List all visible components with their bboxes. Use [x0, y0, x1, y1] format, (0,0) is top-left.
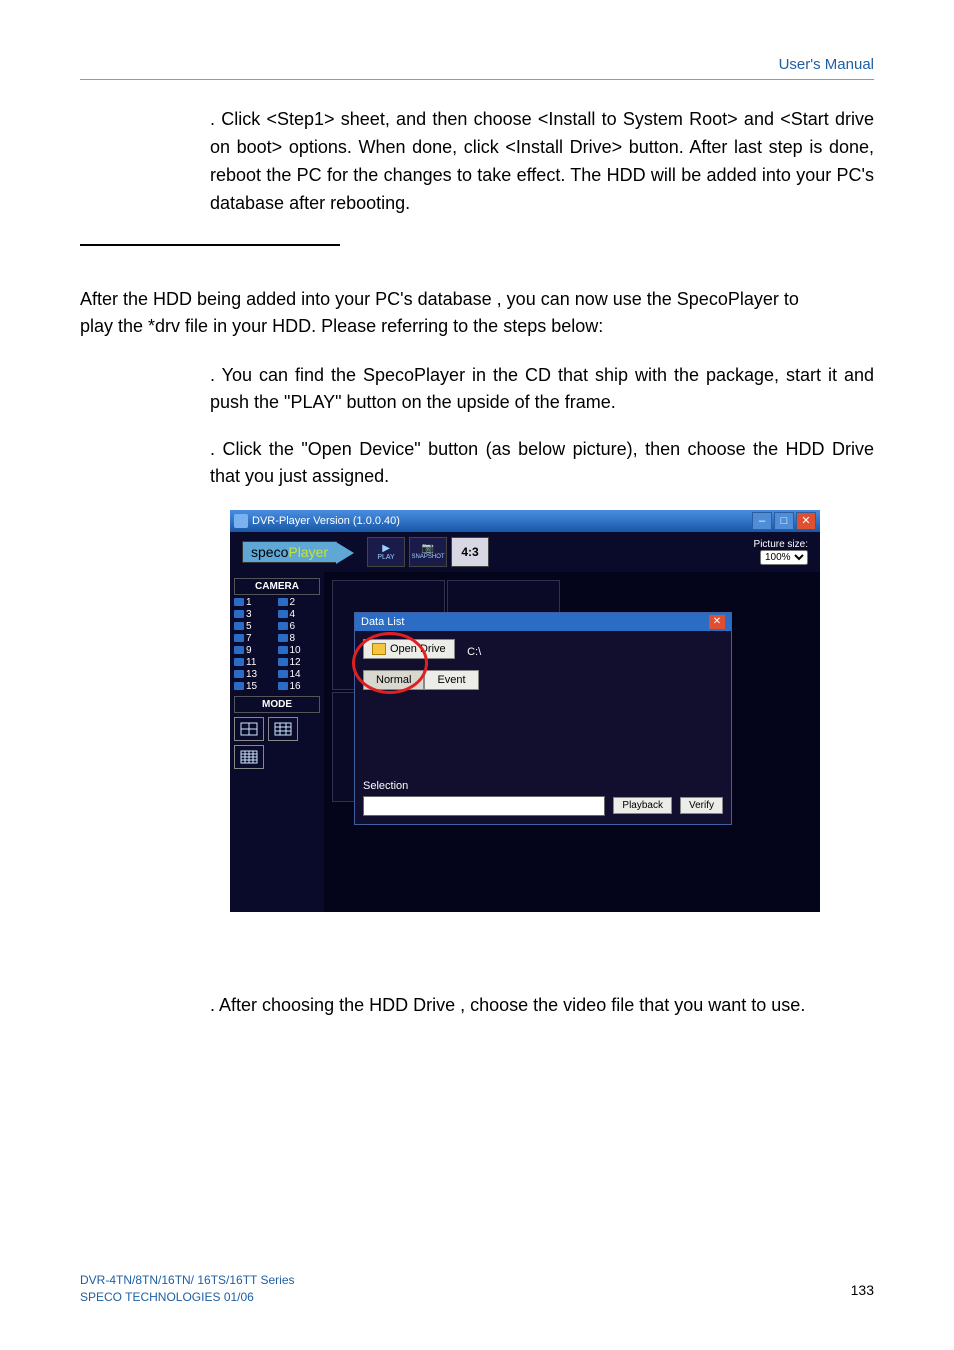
camera-icon — [278, 598, 288, 606]
folder-icon — [372, 643, 386, 655]
step-choose-file: . After choosing the HDD Drive , choose … — [210, 992, 874, 1019]
tab-event[interactable]: Event — [424, 670, 478, 690]
camera-icon — [278, 646, 288, 654]
app-icon — [234, 514, 248, 528]
close-button[interactable]: ✕ — [796, 512, 816, 530]
camera-cell[interactable]: 1 — [234, 597, 277, 608]
window-title: DVR-Player Version (1.0.0.40) — [252, 515, 400, 527]
camera-cell[interactable]: 12 — [278, 657, 321, 668]
dialog-close-button[interactable]: ✕ — [709, 615, 725, 629]
top-toolbar: specoPlayer ▶PLAY 📷SNAPSHOT 4:3 Picture … — [230, 532, 820, 572]
picture-size-control: Picture size: 100% — [754, 539, 808, 565]
player-window: DVR-Player Version (1.0.0.40) – □ ✕ spec… — [230, 510, 820, 912]
camera-cell[interactable]: 6 — [278, 621, 321, 632]
maximize-button[interactable]: □ — [774, 512, 794, 530]
footer-line-1: DVR-4TN/8TN/16TN/ 16TS/16TT Series — [80, 1272, 295, 1289]
drive-path: C:\ — [467, 646, 481, 658]
camera-cell[interactable]: 2 — [278, 597, 321, 608]
camera-cell[interactable]: 15 — [234, 681, 277, 692]
step-open-device: . Click the "Open Device" button (as bel… — [210, 436, 874, 490]
camera-icon — [234, 670, 244, 678]
camera-icon — [234, 610, 244, 618]
camera-cell[interactable]: 8 — [278, 633, 321, 644]
camera-icon — [234, 622, 244, 630]
camera-cell[interactable]: 13 — [234, 669, 277, 680]
camera-icon — [234, 658, 244, 666]
camera-icon — [278, 658, 288, 666]
minimize-button[interactable]: – — [752, 512, 772, 530]
camera-icon — [278, 670, 288, 678]
mode-sixteen-icon[interactable] — [234, 745, 264, 769]
step-find-player: . You can find the SpecoPlayer in the CD… — [210, 362, 874, 416]
paragraph-after-hdd: After the HDD being added into your PC's… — [80, 286, 874, 340]
camera-cell[interactable]: 4 — [278, 609, 321, 620]
camera-icon — [278, 682, 288, 690]
camera-cell[interactable]: 3 — [234, 609, 277, 620]
playback-button[interactable]: Playback — [613, 797, 672, 814]
paragraph-step-install: . Click <Step1> sheet, and then choose <… — [210, 106, 874, 218]
camera-icon — [278, 634, 288, 642]
camera-header: CAMERA — [234, 578, 320, 595]
verify-button[interactable]: Verify — [680, 797, 723, 814]
mode-header: MODE — [234, 696, 320, 713]
camera-cell[interactable]: 7 — [234, 633, 277, 644]
embedded-screenshot: DVR-Player Version (1.0.0.40) – □ ✕ spec… — [230, 510, 820, 912]
tab-normal[interactable]: Normal — [363, 670, 424, 690]
camera-cell[interactable]: 16 — [278, 681, 321, 692]
camera-grid: 1 2 3 4 5 6 7 8 9 10 11 12 13 14 — [234, 597, 320, 692]
aspect-ratio-button[interactable]: 4:3 — [451, 537, 489, 567]
camera-icon — [234, 598, 244, 606]
camera-icon — [234, 646, 244, 654]
window-titlebar: DVR-Player Version (1.0.0.40) – □ ✕ — [230, 510, 820, 532]
mode-quad-icon[interactable] — [234, 717, 264, 741]
camera-icon — [234, 634, 244, 642]
camera-icon — [234, 682, 244, 690]
video-area: Data List ✕ Open Drive C:\ Normal Event — [324, 572, 700, 912]
section-rule — [80, 244, 340, 246]
sidebar: CAMERA 1 2 3 4 5 6 7 8 9 10 11 12 — [230, 572, 324, 912]
camera-cell[interactable]: 11 — [234, 657, 277, 668]
picture-size-select[interactable]: 100% — [760, 550, 808, 565]
brand-tab: specoPlayer — [242, 541, 337, 563]
camera-cell[interactable]: 10 — [278, 645, 321, 656]
selection-label: Selection — [363, 780, 723, 792]
open-drive-button[interactable]: Open Drive — [363, 639, 455, 659]
selection-input[interactable] — [363, 796, 605, 816]
camera-icon — [278, 610, 288, 618]
header-rule — [80, 79, 874, 80]
footer-line-2: SPECO TECHNOLOGIES 01/06 — [80, 1289, 295, 1306]
page-number: 133 — [851, 1282, 874, 1298]
camera-cell[interactable]: 9 — [234, 645, 277, 656]
page-header: User's Manual — [80, 56, 874, 73]
mode-nine-icon[interactable] — [268, 717, 298, 741]
snapshot-button[interactable]: 📷SNAPSHOT — [409, 537, 447, 567]
dialog-titlebar: Data List ✕ — [355, 613, 731, 631]
footer: DVR-4TN/8TN/16TN/ 16TS/16TT Series SPECO… — [80, 1272, 295, 1306]
camera-cell[interactable]: 14 — [278, 669, 321, 680]
play-button[interactable]: ▶PLAY — [367, 537, 405, 567]
camera-icon — [278, 622, 288, 630]
camera-cell[interactable]: 5 — [234, 621, 277, 632]
data-list-dialog: Data List ✕ Open Drive C:\ Normal Event — [354, 612, 732, 825]
